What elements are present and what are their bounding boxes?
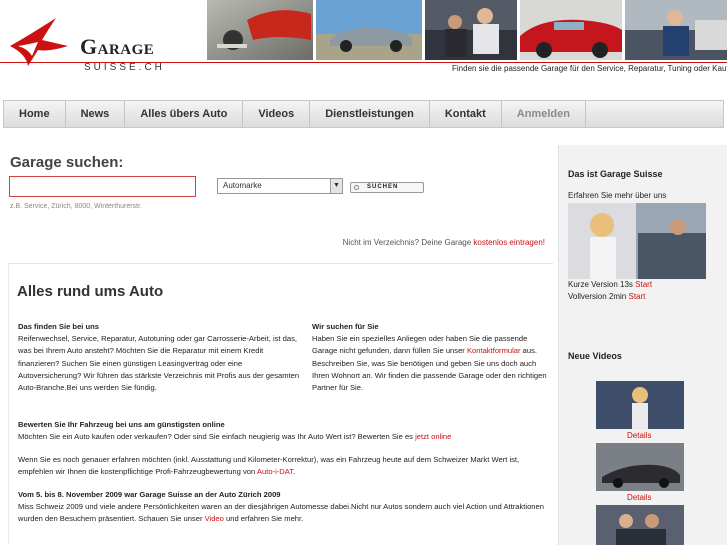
red-vintage-car-photo bbox=[520, 0, 622, 60]
video-details-link-1[interactable]: Details bbox=[627, 431, 651, 440]
search-for-you-heading: Wir suchen für Sie bbox=[312, 322, 379, 331]
nav-news[interactable]: News bbox=[66, 101, 126, 127]
valuation-text: Möchten Sie ein Auto kaufen oder verkauf… bbox=[18, 432, 416, 442]
main-nav: Home News Alles übers Auto Videos Dienst… bbox=[3, 100, 724, 128]
brand-select[interactable]: Automarke ▼ bbox=[217, 178, 343, 194]
header-divider bbox=[0, 62, 727, 63]
auto-i-dat-link[interactable]: Auto-i-DAT bbox=[257, 467, 293, 476]
nav-anmelden[interactable]: Anmelden bbox=[502, 101, 586, 127]
offer-text: Reifenwechsel, Service, Reparatur, Autot… bbox=[18, 334, 300, 393]
sidebar-intro: Erfahren Sie mehr über uns bbox=[568, 191, 667, 200]
valuation-online-link[interactable]: jetzt online bbox=[415, 432, 451, 441]
contact-form-link[interactable]: Kontaktformular bbox=[467, 346, 521, 355]
chevron-down-icon[interactable]: ▼ bbox=[330, 179, 342, 193]
search-icon bbox=[354, 185, 359, 190]
main-content: Alles rund ums Auto Das finden Sie bei u… bbox=[8, 263, 553, 545]
search-button-label: SUCHEN bbox=[367, 184, 399, 190]
search-input[interactable] bbox=[9, 176, 196, 197]
full-version-start-link[interactable]: Start bbox=[628, 292, 645, 301]
not-listed-text: Nicht im Verzeichnis? Deine Garage koste… bbox=[343, 238, 545, 247]
logo-wordmark: Garage bbox=[80, 34, 155, 59]
valuation-heading: Bewerten Sie Ihr Fahrzeug bei uns am gün… bbox=[18, 420, 225, 429]
sidebar-videos-title: Neue Videos bbox=[568, 351, 622, 361]
search-for-you-section: Wir suchen für Sie Haben Sie ein speziel… bbox=[312, 321, 552, 394]
tagline: Finden sie die passende Garage für den S… bbox=[452, 64, 727, 73]
valuation-pro-end: . bbox=[293, 467, 296, 477]
main-title: Alles rund ums Auto bbox=[17, 283, 164, 300]
logo-swoosh-icon bbox=[10, 18, 68, 66]
event-section: Vom 5. bis 8. November 2009 war Garage S… bbox=[18, 489, 548, 526]
sidebar: Das ist Garage Suisse Erfahren Sie mehr … bbox=[558, 145, 727, 545]
mechanic-photo bbox=[625, 0, 727, 60]
header-photo-strip bbox=[207, 0, 727, 60]
header: Garage SUISSE.CH Finden sie die passende… bbox=[0, 0, 727, 80]
short-version-text: Kurze Version 13s Start bbox=[568, 280, 652, 289]
nav-videos[interactable]: Videos bbox=[243, 101, 311, 127]
short-version-start-link[interactable]: Start bbox=[635, 280, 652, 289]
full-version-text: Vollversion 2min Start bbox=[568, 292, 645, 301]
event-heading: Vom 5. bis 8. November 2009 war Garage S… bbox=[18, 490, 281, 499]
garage-suisse-logo[interactable]: Garage SUISSE.CH bbox=[8, 16, 188, 76]
video-thumbnail-3[interactable] bbox=[596, 505, 684, 545]
valuation-pro-section: Wenn Sie es noch genauer erfahren möchte… bbox=[18, 454, 548, 478]
logo-subtitle: SUISSE.CH bbox=[84, 62, 165, 73]
video-details-link-2[interactable]: Details bbox=[627, 493, 651, 502]
event-text-end: und erfahren Sie mehr. bbox=[223, 514, 304, 524]
not-listed-prefix: Nicht im Verzeichnis? Deine Garage bbox=[342, 238, 474, 247]
nav-alles-uebers-auto[interactable]: Alles übers Auto bbox=[125, 101, 244, 127]
brand-select-value: Automarke bbox=[223, 181, 262, 190]
convertible-photo bbox=[316, 0, 422, 60]
search-title: Garage suchen: bbox=[10, 154, 124, 171]
full-version-label: Vollversion 2min bbox=[568, 292, 629, 301]
about-video-thumbnail[interactable] bbox=[568, 203, 706, 279]
offer-section: Das finden Sie bei uns Reifenwechsel, Se… bbox=[18, 321, 303, 394]
keys-and-car-photo bbox=[207, 0, 313, 60]
sidebar-about-title: Das ist Garage Suisse bbox=[568, 169, 663, 179]
video-thumbnail-1[interactable] bbox=[596, 381, 684, 429]
nav-kontakt[interactable]: Kontakt bbox=[430, 101, 502, 127]
video-thumbnail-2[interactable] bbox=[596, 443, 684, 491]
search-hint: z.B. Service, Zürich, 8000, Winterthurer… bbox=[10, 203, 142, 210]
car-inspection-photo bbox=[425, 0, 517, 60]
offer-heading: Das finden Sie bei uns bbox=[18, 322, 100, 331]
short-version-label: Kurze Version 13s bbox=[568, 280, 636, 289]
nav-dienstleistungen[interactable]: Dienstleistungen bbox=[310, 101, 430, 127]
event-video-link[interactable]: Video bbox=[205, 514, 224, 523]
valuation-section: Bewerten Sie Ihr Fahrzeug bei uns am gün… bbox=[18, 419, 548, 443]
search-button[interactable]: SUCHEN bbox=[350, 182, 424, 193]
nav-home[interactable]: Home bbox=[4, 101, 66, 127]
register-link[interactable]: kostenlos eintragen! bbox=[473, 238, 545, 247]
